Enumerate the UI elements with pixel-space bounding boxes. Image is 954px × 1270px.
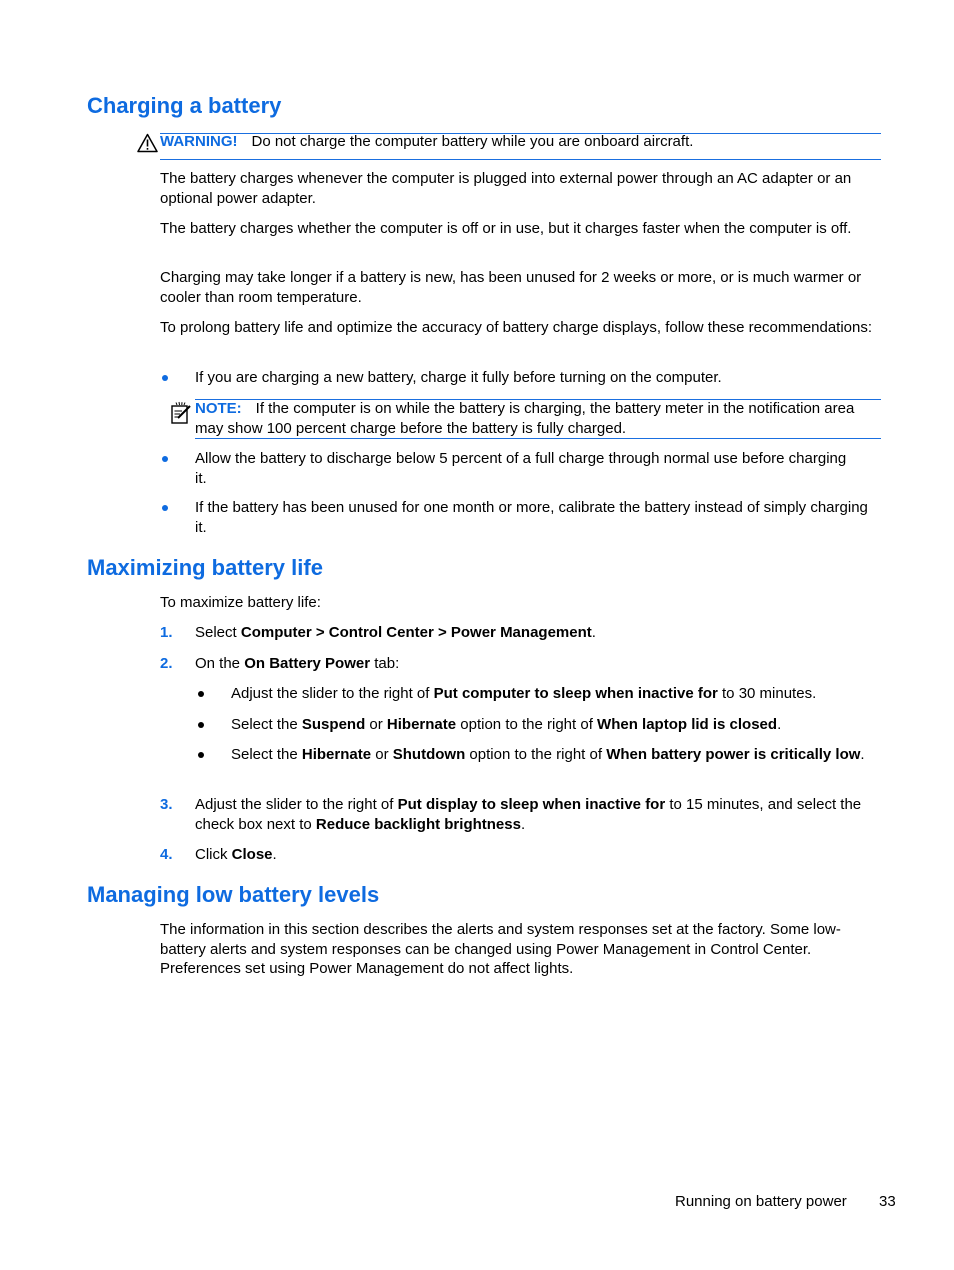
intro-text: To maximize battery life: (160, 594, 321, 611)
note-text: If the computer is on while the battery … (195, 400, 855, 437)
section-heading-managing: Managing low battery levels (87, 882, 380, 907)
option-name: Shutdown (392, 746, 466, 763)
warning-label: WARNING! (160, 133, 238, 150)
substep-text: option to the right of (456, 716, 598, 733)
step-number: 3. (160, 796, 173, 813)
bullet-icon (162, 375, 168, 381)
bullet-icon (162, 505, 168, 511)
setting-name: Reduce backlight brightness (315, 815, 521, 833)
step-text: . (591, 624, 596, 641)
step-text: . (520, 815, 526, 833)
paragraph: The battery charges whether the computer… (160, 220, 852, 237)
substep-item: Select the Suspend or Hibernate option t… (231, 715, 886, 735)
substep-text: or (371, 746, 393, 763)
note-label: NOTE: (195, 400, 242, 417)
substep-text: option to the right of (465, 746, 607, 763)
list-item: Allow the battery to discharge below 5 p… (195, 450, 847, 487)
substep-text: Select the (231, 716, 302, 733)
page-number: 33 (879, 1193, 896, 1210)
substep-text: Adjust the slider to the right of (231, 685, 434, 702)
setting-name: Put display to sleep when inactive for (397, 796, 666, 813)
warning-content: WARNING! Do not charge the computer batte… (160, 132, 885, 152)
step-item: On the On Battery Power tab: (195, 654, 885, 674)
button-name: Close (231, 846, 273, 863)
bullet-icon (198, 752, 204, 758)
bullet-icon (162, 456, 168, 462)
substep-text: . (860, 746, 865, 763)
step-text: tab: (370, 655, 400, 672)
step-text: On the (195, 655, 245, 672)
step-text: Click (195, 846, 232, 863)
substep-text: to 30 minutes. (717, 685, 817, 702)
section-heading-maximizing: Maximizing battery life (87, 555, 323, 580)
step-number: 1. (160, 624, 173, 641)
setting-name: When battery power is critically low (606, 746, 861, 763)
tab-name: On Battery Power (244, 655, 371, 672)
step-item: Click Close. (195, 845, 885, 865)
step-text: Adjust the slider to the right of (195, 796, 398, 813)
section-heading-charging: Charging a battery (87, 93, 282, 118)
warning-text: Do not charge the computer battery while… (251, 133, 694, 150)
warning-triangle-icon (137, 133, 158, 157)
substep-text: . (777, 716, 782, 733)
footer-chapter-title: Running on battery power (675, 1193, 847, 1210)
setting-name: When laptop lid is closed (597, 716, 778, 733)
option-name: Suspend (301, 716, 366, 733)
substep-item: Adjust the slider to the right of Put co… (231, 684, 886, 704)
step-text: Select (195, 624, 241, 641)
paragraph: To prolong battery life and optimize the… (160, 319, 873, 336)
paragraph: The battery charges whenever the compute… (160, 170, 852, 207)
menu-path: Computer > Control Center > Power Manage… (240, 624, 592, 641)
note-content: NOTE: If the computer is on while the bat… (195, 399, 885, 438)
setting-name: Put computer to sleep when inactive for (433, 685, 718, 702)
option-name: Hibernate (301, 746, 372, 763)
paragraph: The information in this section describe… (160, 921, 841, 977)
paragraph: Charging may take longer if a battery is… (160, 269, 862, 306)
note-pencil-icon (170, 401, 194, 429)
list-item: If you are charging a new battery, charg… (195, 369, 722, 386)
substep-text: Select the (231, 746, 302, 763)
substep-text: or (365, 716, 387, 733)
list-item: If the battery has been unused for one m… (195, 499, 868, 536)
step-item: Adjust the slider to the right of Put di… (195, 795, 887, 834)
bullet-icon (198, 722, 204, 728)
step-number: 4. (160, 846, 173, 863)
step-item: Select Computer > Control Center > Power… (195, 623, 885, 643)
step-text: . (272, 846, 277, 863)
bullet-icon (198, 691, 204, 697)
option-name: Hibernate (386, 716, 457, 733)
step-number: 2. (160, 655, 173, 672)
substep-item: Select the Hibernate or Shutdown option … (231, 745, 886, 765)
